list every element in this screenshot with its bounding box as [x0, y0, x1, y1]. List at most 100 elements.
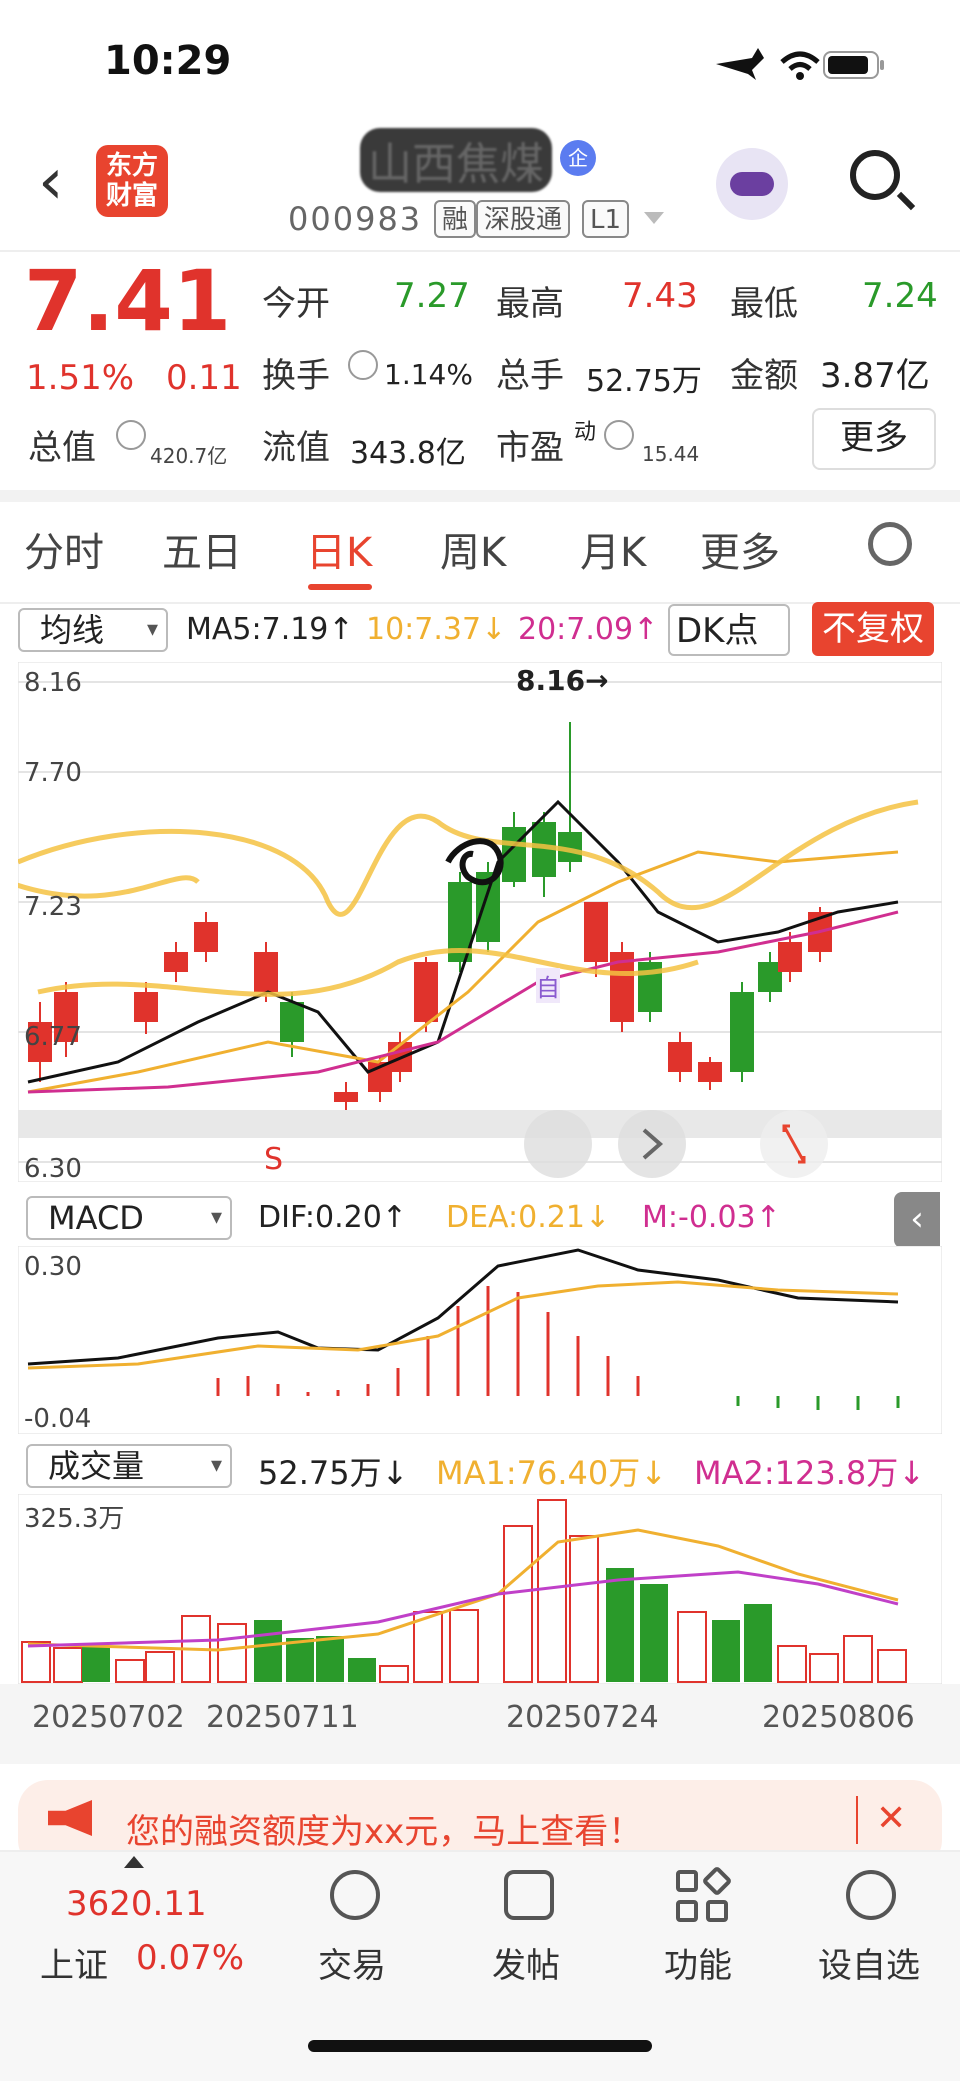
tab-five-day[interactable]: 五日 [162, 520, 242, 578]
volume-bar [712, 1620, 740, 1682]
ma5-value: MA5:7.19↑ [186, 612, 354, 647]
volume-bar [379, 1665, 409, 1683]
volume-indicator-select[interactable]: 成交量 [26, 1444, 232, 1488]
volume-chart[interactable] [18, 1494, 942, 1684]
back-button[interactable]: ‹ [38, 150, 64, 214]
adjust-select[interactable]: 不复权 [812, 602, 934, 656]
date-label: 20250711 [206, 1700, 359, 1735]
info-icon[interactable] [116, 420, 146, 450]
status-time: 10:29 [104, 38, 232, 84]
post-icon[interactable] [504, 1870, 554, 1920]
next-arrow-button[interactable] [618, 1110, 686, 1178]
macd-axis-top: 0.30 [24, 1252, 82, 1282]
volume-bar [777, 1645, 807, 1683]
stock-code: 000983 [288, 200, 423, 238]
tag-connect: 深股通 [476, 200, 571, 238]
dk-point-select[interactable]: DK点 [668, 604, 790, 656]
high-label: 最高 [496, 284, 564, 324]
open-value: 7.27 [394, 276, 470, 316]
date-label: 20250724 [506, 1700, 659, 1735]
candlestick [698, 1062, 722, 1082]
search-icon[interactable] [850, 150, 900, 200]
candlestick [584, 902, 608, 962]
volume-bar [316, 1636, 344, 1682]
index-value[interactable]: 3620.11 [66, 1884, 207, 1924]
volume-bar [217, 1623, 247, 1683]
pe-superscript: 动 [574, 420, 597, 445]
axis-label: 8.16 [24, 668, 82, 698]
volume-bar [115, 1659, 145, 1683]
kline-chart[interactable] [18, 662, 942, 1182]
ma-indicator-select[interactable]: 均线 [18, 608, 168, 652]
watchlist-label[interactable]: 设自选 [818, 1938, 920, 1987]
stock-name[interactable]: 山西焦煤 [360, 128, 552, 192]
trade-label[interactable]: 交易 [318, 1938, 386, 1987]
status-bar: 10:29 [0, 0, 960, 120]
dif-value: DIF:0.20↑ [258, 1200, 407, 1235]
info-icon[interactable] [604, 420, 634, 450]
function-icon[interactable] [676, 1865, 733, 1924]
open-label: 今开 [262, 284, 330, 324]
current-price: 7.41 [24, 252, 232, 350]
pe-value: 15.44 [642, 442, 700, 466]
volume-bar [82, 1646, 110, 1682]
more-dots-icon[interactable] [846, 1870, 896, 1920]
turnover-label: 换手 [262, 356, 330, 396]
axis-label: 6.77 [24, 1022, 82, 1052]
volume-bar [537, 1499, 567, 1683]
volume-bar [677, 1611, 707, 1683]
close-icon[interactable]: ✕ [876, 1798, 906, 1839]
macd-chart[interactable] [18, 1246, 942, 1434]
turnover-value: 1.14% [384, 358, 473, 391]
prev-arrow-button[interactable] [524, 1110, 592, 1178]
post-label[interactable]: 发帖 [492, 1938, 560, 1987]
chevron-down-icon[interactable] [644, 212, 664, 224]
amount-value: 3.87亿 [820, 356, 930, 396]
tab-weekly-k[interactable]: 周K [440, 520, 506, 578]
divider [0, 490, 960, 502]
sell-signal-marker: S [264, 1142, 284, 1177]
self-select-marker: 自 [536, 968, 560, 1003]
volume-bar [569, 1535, 599, 1683]
dea-value: DEA:0.21↓ [446, 1200, 611, 1235]
volume-bar [809, 1653, 839, 1683]
tab-daily-k[interactable]: 日K [306, 520, 372, 578]
tab-intraday[interactable]: 分时 [24, 520, 104, 578]
candlestick [254, 952, 278, 992]
collapse-panel-button[interactable]: ‹ [894, 1192, 940, 1248]
m-value: M:-0.03↑ [642, 1200, 781, 1235]
pe-label: 市盈 [496, 428, 564, 468]
candlestick [280, 1002, 304, 1042]
tab-more[interactable]: 更多 [700, 520, 780, 578]
macd-indicator-select[interactable]: MACD [26, 1196, 232, 1240]
airplane-icon [716, 48, 764, 80]
index-percent[interactable]: 0.07% [136, 1938, 244, 1978]
float-value: 343.8亿 [350, 436, 466, 471]
trade-icon[interactable] [330, 1870, 380, 1920]
axis-label: 6.30 [24, 1154, 82, 1184]
low-value: 7.24 [862, 276, 938, 316]
candlestick [778, 942, 802, 972]
high-value: 7.43 [622, 276, 698, 316]
more-button[interactable]: 更多 [812, 408, 936, 470]
macd-axis-bottom: -0.04 [24, 1404, 92, 1434]
axis-label: 7.70 [24, 758, 82, 788]
candlestick [334, 1092, 358, 1102]
gear-icon[interactable] [868, 522, 912, 566]
app-logo[interactable]: 东方 财富 [96, 145, 168, 217]
low-label: 最低 [730, 284, 798, 324]
change-percent: 1.51% [26, 358, 135, 398]
high-marker: 8.16→ [516, 664, 609, 697]
volume-bar [348, 1658, 376, 1682]
candlestick [164, 952, 188, 972]
volume-bar [254, 1620, 282, 1682]
volume-bar [744, 1604, 772, 1682]
info-icon[interactable] [348, 350, 378, 380]
tab-monthly-k[interactable]: 月K [580, 520, 646, 578]
caret-up-icon [124, 1856, 144, 1868]
index-name[interactable]: 上证 [40, 1938, 108, 1987]
assistant-robot-icon[interactable] [716, 148, 788, 220]
banner-text[interactable]: 您的融资额度为xx元，马上查看！ [126, 1804, 642, 1853]
function-label[interactable]: 功能 [664, 1938, 732, 1987]
volume-axis-top: 325.3万 [24, 1504, 125, 1534]
